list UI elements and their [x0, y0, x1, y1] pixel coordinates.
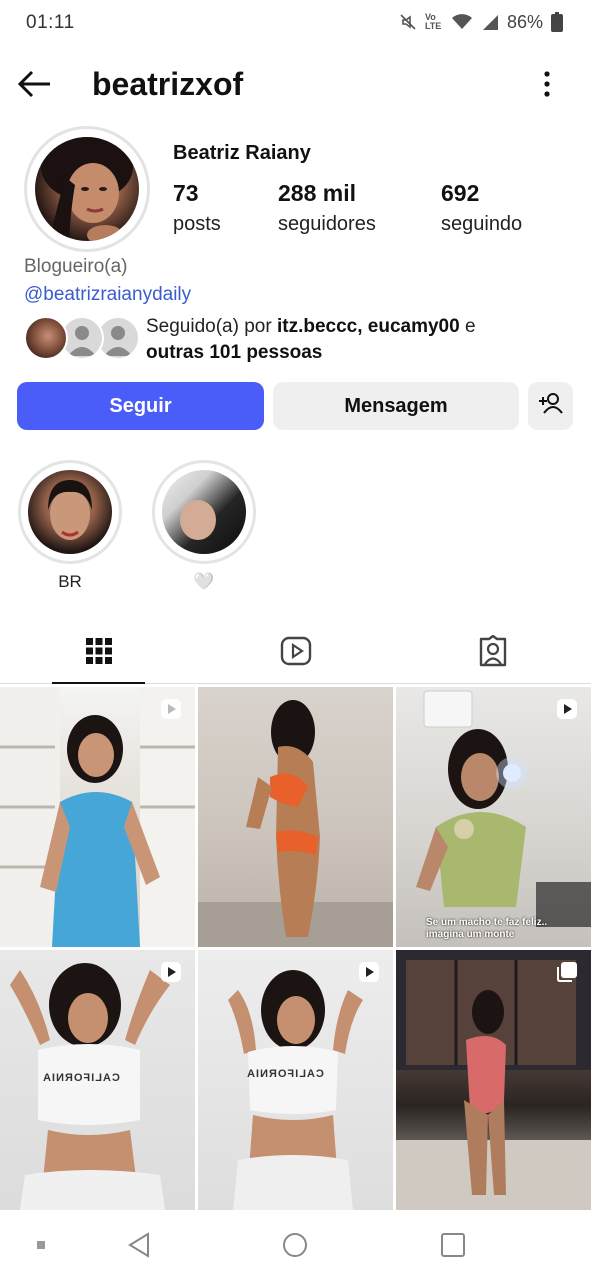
grid-icon	[85, 637, 113, 670]
followers-count: 288 mil	[278, 180, 356, 206]
status-time: 01:11	[26, 12, 75, 33]
followed-by-connector: e	[459, 316, 476, 337]
following-count: 692	[441, 180, 480, 206]
profile-full-name: Beatriz Raiany	[173, 142, 311, 164]
follow-button[interactable]: Seguir	[17, 382, 264, 430]
highlight-ring	[18, 460, 122, 564]
mutual-avatar	[24, 316, 68, 360]
profile-avatar[interactable]	[24, 126, 150, 252]
signal-icon	[481, 13, 499, 31]
following-label: seguindo	[441, 213, 523, 235]
tab-tagged[interactable]	[394, 622, 591, 684]
suggested-users-button[interactable]	[528, 382, 573, 430]
post-thumbnail[interactable]	[198, 687, 393, 947]
following-stat[interactable]: 692 seguindo	[441, 180, 522, 236]
active-tab-indicator	[52, 682, 145, 684]
reel-badge-icon	[555, 697, 579, 721]
highlight-ring	[152, 460, 256, 564]
posts-stat[interactable]: 73 posts	[173, 180, 221, 236]
profile-category: Blogueiro(a)	[24, 256, 128, 277]
tab-reels[interactable]	[197, 622, 394, 684]
tab-posts-grid[interactable]	[0, 622, 197, 684]
highlight-cover	[162, 470, 246, 554]
shirt-print-text: CALIFORNIA	[42, 1072, 120, 1084]
profile-header: beatrizxof	[0, 56, 591, 112]
post-thumbnail[interactable]: CALIFORNIA	[0, 950, 195, 1210]
threads-link[interactable]: @beatrizraianydaily	[24, 284, 191, 306]
message-button[interactable]: Mensagem	[273, 382, 519, 430]
status-bar: 01:11 Vo LTE 86%	[0, 0, 591, 46]
post-thumbnail[interactable]: CALIFORNIA	[198, 950, 393, 1210]
more-options-button[interactable]	[537, 68, 557, 100]
story-highlight[interactable]: 🤍	[152, 460, 256, 594]
volte-icon: Vo LTE	[424, 12, 442, 31]
shirt-print-text: CALIFORNIA	[246, 1068, 324, 1080]
post-caption-line: Se um macho te faz feliz..	[426, 917, 548, 928]
battery-icon	[551, 12, 563, 32]
home-circle-icon	[281, 1231, 309, 1264]
mutual-avatars	[24, 316, 144, 360]
story-highlight[interactable]: BR	[18, 460, 122, 594]
back-triangle-icon	[126, 1231, 152, 1264]
highlight-label: 🤍	[193, 572, 215, 591]
followed-by-text: Seguido(a) por itz.beccc, eucamy00 e out…	[146, 314, 476, 366]
reels-icon	[280, 636, 312, 671]
profile-tabs	[0, 622, 591, 684]
posts-label: posts	[173, 213, 221, 235]
back-button[interactable]	[16, 68, 54, 100]
arrow-left-icon	[16, 70, 54, 104]
menu-icon	[35, 1238, 47, 1256]
post-thumbnail[interactable]	[0, 687, 195, 947]
profile-username: beatrizxof	[92, 66, 244, 102]
more-vertical-icon	[537, 71, 557, 104]
reel-badge-icon	[159, 960, 183, 984]
wifi-icon	[451, 13, 473, 31]
reel-badge-icon	[159, 697, 183, 721]
highlight-label: BR	[58, 572, 82, 591]
followers-label: seguidores	[278, 213, 376, 235]
recents-square-icon	[439, 1231, 467, 1264]
posts-grid: Se um macho te faz feliz.. imagina um mo…	[0, 687, 591, 1210]
nav-menu-button[interactable]	[24, 1230, 58, 1264]
posts-count: 73	[173, 180, 199, 206]
post-caption-overlay: Se um macho te faz feliz.. imagina um mo…	[426, 917, 547, 941]
nav-home-button[interactable]	[278, 1230, 312, 1264]
followed-by-prefix: Seguido(a) por	[146, 316, 277, 337]
nav-back-button[interactable]	[122, 1230, 156, 1264]
tagged-icon	[477, 634, 509, 672]
nav-recents-button[interactable]	[436, 1230, 470, 1264]
profile-avatar-image	[35, 137, 139, 241]
post-caption-line: imagina um monte	[426, 929, 515, 940]
system-navigation-bar	[0, 1212, 591, 1280]
highlight-cover	[28, 470, 112, 554]
carousel-badge-icon	[555, 960, 579, 984]
followers-stat[interactable]: 288 mil seguidores	[278, 180, 376, 236]
post-thumbnail[interactable]	[396, 950, 591, 1210]
followed-by-others: outras 101 pessoas	[146, 342, 323, 363]
status-icons: Vo LTE 86%	[399, 10, 563, 34]
reel-badge-icon	[357, 960, 381, 984]
mute-icon	[399, 13, 417, 31]
followed-by-row[interactable]: Seguido(a) por itz.beccc, eucamy00 e out…	[24, 314, 584, 364]
battery-percent: 86%	[506, 11, 543, 32]
add-person-icon	[538, 391, 564, 421]
followed-by-names: itz.beccc, eucamy00	[276, 316, 460, 337]
post-thumbnail[interactable]: Se um macho te faz feliz.. imagina um mo…	[396, 687, 591, 947]
